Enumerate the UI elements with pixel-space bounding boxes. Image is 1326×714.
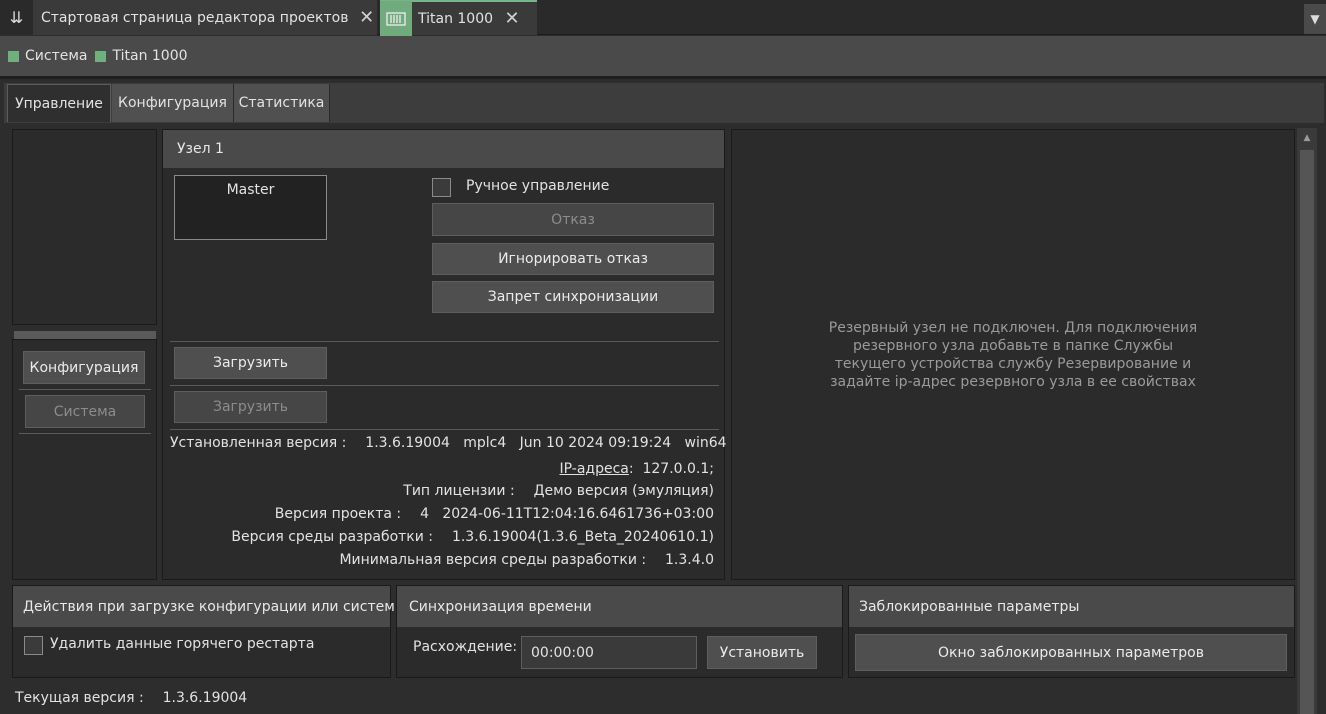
tab-start-page-label: Стартовая страница редактора проектов xyxy=(41,9,349,26)
left-splitter[interactable] xyxy=(14,331,156,339)
divider xyxy=(170,385,719,386)
tab-control[interactable]: Управление xyxy=(7,84,111,122)
green-square-icon xyxy=(8,50,19,62)
project-version-row: Версия проекта : 4 2024-06-11T12:04:16.6… xyxy=(170,506,714,522)
close-icon[interactable]: ✕ xyxy=(356,7,377,28)
current-version-value: 1.3.6.19004 xyxy=(162,690,248,706)
license-label: Тип лицензии : xyxy=(403,483,515,499)
tab-titan-label: Titan 1000 xyxy=(418,10,494,27)
scrollbar-thumb[interactable] xyxy=(1300,150,1314,714)
tab-titan-1000[interactable]: Titan 1000 ✕ xyxy=(380,0,537,36)
locked-params-header: Заблокированные параметры xyxy=(849,586,1294,627)
node-role-box: Master xyxy=(174,175,327,240)
sync-ban-button[interactable]: Запрет синхронизации xyxy=(432,281,714,313)
breadcrumb-item-titan[interactable]: Titan 1000 xyxy=(95,48,188,64)
min-ide-version-label: Минимальная версия среды разработки : xyxy=(339,552,647,568)
reserve-node-panel: Резервный узел не подключен. Для подключ… xyxy=(731,129,1295,580)
divider xyxy=(19,433,151,434)
divider xyxy=(170,429,719,430)
set-time-button-label: Установить xyxy=(719,644,805,661)
drift-label: Расхождение: xyxy=(413,639,518,655)
load-button-disabled[interactable]: Загрузить xyxy=(174,391,327,423)
ignore-fault-button[interactable]: Игнорировать отказ xyxy=(432,243,714,275)
sync-ban-button-label: Запрет синхронизации xyxy=(487,289,659,305)
drift-value: 00:00:00 xyxy=(531,644,594,661)
device-icon xyxy=(380,1,412,36)
ignore-fault-button-label: Игнорировать отказ xyxy=(498,251,648,267)
reserve-node-message: Резервный узел не подключен. Для подключ… xyxy=(828,319,1198,390)
license-row: Тип лицензии : Демо версия (эмуляция) xyxy=(170,483,714,499)
breadcrumb-item-label: Titan 1000 xyxy=(112,48,188,64)
project-version-value: 4 2024-06-11T12:04:16.6461736+03:00 xyxy=(420,506,714,522)
time-sync-title: Синхронизация времени xyxy=(409,598,592,615)
project-version-label: Версия проекта : xyxy=(274,506,402,522)
installed-version-label: Установленная версия : xyxy=(170,435,347,451)
page-tab-bar: Управление Конфигурация Статистика xyxy=(4,83,1324,123)
ip-row: IP-адреса: 127.0.0.1; xyxy=(170,461,715,477)
configuration-button[interactable]: Конфигурация xyxy=(23,351,145,384)
system-button-label: Система xyxy=(53,403,117,420)
ide-version-row: Версия среды разработки : 1.3.6.19004(1.… xyxy=(170,529,714,545)
tab-statistics[interactable]: Статистика xyxy=(234,84,330,122)
ide-version-label: Версия среды разработки : xyxy=(231,529,434,545)
node-header: Узел 1 xyxy=(163,130,724,168)
tab-configuration-label: Конфигурация xyxy=(118,95,227,111)
ide-version-value: 1.3.6.19004(1.3.6_Beta_20240610.1) xyxy=(451,529,714,545)
scroll-up-icon[interactable]: ▲ xyxy=(1300,131,1314,145)
ip-value: : 127.0.0.1; xyxy=(628,461,714,477)
divider xyxy=(0,76,1326,79)
locked-params-title: Заблокированные параметры xyxy=(859,598,1080,615)
min-ide-version-value: 1.3.4.0 xyxy=(665,552,714,568)
tab-control-label: Управление xyxy=(15,95,103,112)
breadcrumb: Система Titan 1000 xyxy=(0,36,1326,76)
node-role: Master xyxy=(226,182,275,198)
breadcrumb-item-label: Система xyxy=(25,48,88,64)
fault-button-label: Отказ xyxy=(551,211,595,228)
ip-addresses-link[interactable]: IP-адреса xyxy=(560,461,629,477)
green-square-icon xyxy=(95,50,107,62)
divider xyxy=(19,389,151,390)
delete-hot-restart-checkbox[interactable] xyxy=(24,636,43,655)
min-ide-version-row: Минимальная версия среды разработки : 1.… xyxy=(170,552,714,568)
manual-control-label: Ручное управление xyxy=(466,178,610,194)
current-version-label: Текущая версия : xyxy=(15,690,144,706)
tab-overflow-menu-icon[interactable]: ▼ xyxy=(1304,4,1326,34)
left-preview-panel xyxy=(12,129,157,325)
locked-params-window-button-label: Окно заблокированных параметров xyxy=(938,644,1204,661)
configuration-button-label: Конфигурация xyxy=(29,359,139,376)
drift-input[interactable]: 00:00:00 xyxy=(521,636,697,669)
license-value: Демо версия (эмуляция) xyxy=(533,483,714,499)
tab-statistics-label: Статистика xyxy=(238,95,325,111)
system-button[interactable]: Система xyxy=(25,395,145,428)
load-actions-title: Действия при загрузке конфигурации или с… xyxy=(23,598,406,615)
breadcrumb-item-system[interactable]: Система xyxy=(8,48,87,64)
installed-version-row: Установленная версия : 1.3.6.19004 mplc4… xyxy=(170,435,727,451)
tab-configuration[interactable]: Конфигурация xyxy=(112,84,234,122)
tab-list-menu-icon[interactable]: ⇊ xyxy=(0,0,33,35)
time-sync-header: Синхронизация времени xyxy=(397,586,842,627)
close-icon[interactable]: ✕ xyxy=(501,8,523,29)
load-button-label: Загрузить xyxy=(212,399,289,415)
load-button-label: Загрузить xyxy=(212,355,289,371)
load-button[interactable]: Загрузить xyxy=(174,347,327,379)
divider xyxy=(170,341,719,342)
installed-version-value: 1.3.6.19004 mplc4 Jun 10 2024 09:19:24 w… xyxy=(365,435,727,451)
node-title: Узел 1 xyxy=(177,141,224,157)
delete-hot-restart-label: Удалить данные горячего рестарта xyxy=(50,636,315,652)
current-version-row: Текущая версия : 1.3.6.19004 xyxy=(15,690,247,706)
manual-control-checkbox[interactable] xyxy=(432,178,451,197)
locked-params-window-button[interactable]: Окно заблокированных параметров xyxy=(855,634,1287,671)
tab-start-page[interactable]: Стартовая страница редактора проектов ✕ xyxy=(33,0,377,35)
set-time-button[interactable]: Установить xyxy=(707,636,817,669)
load-actions-header: Действия при загрузке конфигурации или с… xyxy=(13,586,406,627)
fault-button[interactable]: Отказ xyxy=(432,203,714,236)
